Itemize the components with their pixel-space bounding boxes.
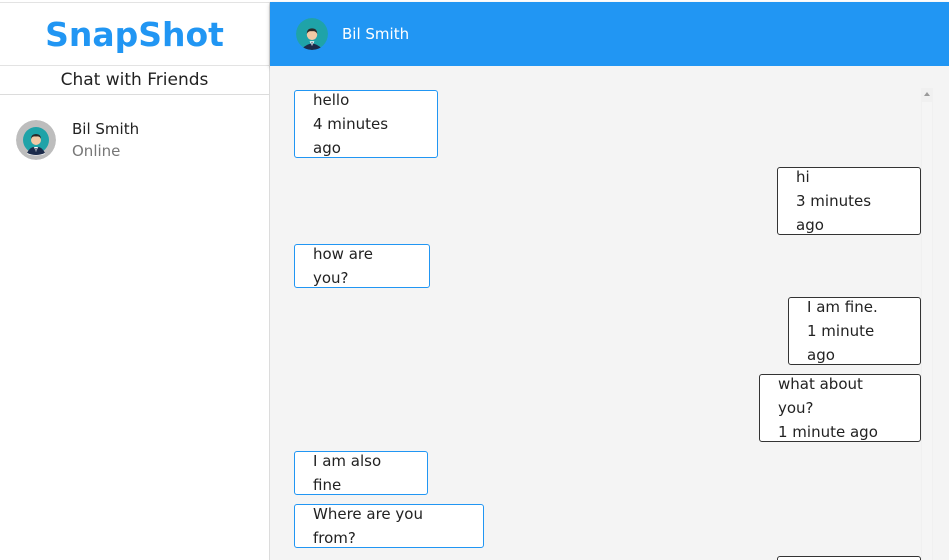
message-text: what about you? [778,375,863,417]
friend-status: Online [72,142,121,160]
chat-header: Bil Smith [270,2,949,66]
friend-list-item[interactable]: Bil Smith Online [0,114,269,166]
logo-area: SnapShot [0,2,269,66]
message-bubble-outgoing: what about you? 1 minute ago [759,374,921,442]
message-bubble-outgoing-partial [777,556,921,560]
message-bubble-incoming: hello 4 minutes ago [294,90,438,158]
message-time: 4 minutes ago [313,115,389,157]
message-text: hello [313,91,350,109]
friend-name: Bil Smith [72,120,140,138]
message-bubble-outgoing: hi 3 minutes ago [777,167,921,235]
message-bubble-outgoing: I am fine. 1 minute ago [788,297,921,365]
message-list[interactable]: hello 4 minutes ago hi 3 minutes ago how… [270,66,949,560]
friend-info: Bil Smith Online [72,118,139,162]
message-bubble-incoming: Where are you from? [294,504,484,548]
message-text: I am also fine [313,452,382,494]
scroll-up-arrow-icon[interactable] [924,92,930,96]
chat-app: SnapShot Chat with Friends Bil Smith Onl… [0,0,949,560]
sidebar-subtitle: Chat with Friends [0,66,269,95]
user-avatar-icon [16,120,56,160]
message-text: I am fine. [807,298,878,316]
message-bubble-incoming: I am also fine [294,451,428,495]
message-bubble-incoming: how are you? [294,244,430,288]
message-text: hi [796,168,810,186]
sidebar: SnapShot Chat with Friends Bil Smith Onl… [0,2,270,560]
scrollbar[interactable] [921,88,933,560]
brand-logo[interactable]: SnapShot [45,15,224,54]
user-avatar-icon[interactable] [296,18,328,50]
scroll-thumb[interactable] [922,102,932,560]
contact-name: Bil Smith [342,25,410,43]
message-text: how are you? [313,245,373,287]
message-time: 1 minute ago [807,322,875,364]
message-time: 3 minutes ago [796,192,872,234]
message-text: Where are you from? [313,505,423,547]
message-time: 1 minute ago [778,423,878,441]
